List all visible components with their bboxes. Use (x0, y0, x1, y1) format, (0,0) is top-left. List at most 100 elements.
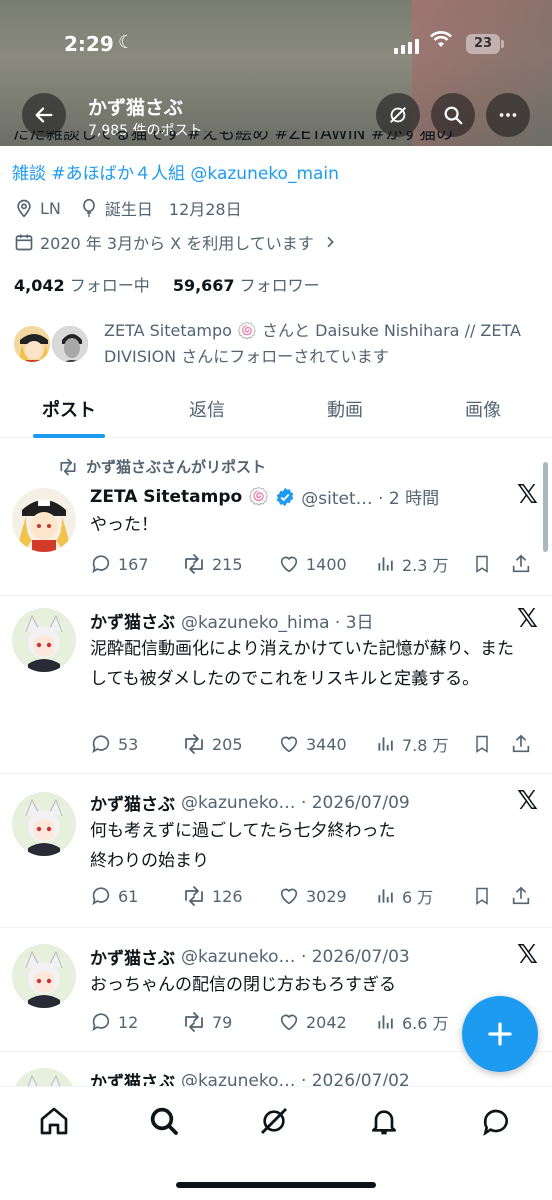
reply-count: 61 (118, 886, 139, 906)
post-author-name[interactable]: かず猫さぶ (90, 608, 175, 633)
reply-icon (92, 555, 110, 574)
location-icon (17, 199, 31, 218)
reply-icon (92, 887, 110, 906)
reply-count: 167 (118, 554, 149, 574)
avatar[interactable] (12, 488, 76, 552)
wifi-icon (430, 30, 452, 54)
like-button[interactable]: 1400 (278, 553, 376, 575)
post-text: やった！ (90, 515, 158, 535)
nav-search[interactable] (146, 1103, 182, 1139)
battery-indicator: 23 (466, 34, 504, 54)
post-author-name[interactable]: かず猫さぶ (90, 1068, 175, 1086)
bookmark-button[interactable] (472, 733, 510, 755)
reply-button[interactable]: 12 (90, 1011, 182, 1033)
repost-count: 126 (212, 886, 243, 906)
nav-notifications[interactable] (366, 1103, 402, 1139)
tab-images[interactable]: 画像 (414, 388, 552, 437)
plus-icon (488, 1022, 512, 1046)
share-button[interactable] (510, 553, 540, 575)
bookmark-button[interactable] (472, 553, 510, 575)
reply-count: 53 (118, 734, 139, 754)
x-logo-icon: 𝕏 (517, 786, 538, 816)
bio-hashtag-link[interactable]: 雑談 (12, 164, 46, 184)
reply-icon (92, 1013, 110, 1032)
tab-posts[interactable]: ポスト (0, 388, 138, 437)
bookmark-button[interactable] (472, 885, 510, 907)
following-count: 4,042 (14, 276, 65, 295)
bio-hashtag-link[interactable]: #あほばか４人組 (51, 164, 185, 184)
avatar[interactable] (12, 608, 76, 672)
post[interactable]: ZETA Sitetampo 🍥 @sitet… · 2 時間 𝕏 やった！ 1… (0, 440, 552, 596)
post[interactable]: かず猫さぶ @kazuneko… · 2026/07/09 𝕏 何も考えずに過ご… (0, 774, 552, 928)
post-handle-time: @sitet… · 2 時間 (301, 489, 440, 509)
post-header: ZETA Sitetampo 🍥 @sitet… · 2 時間 (90, 484, 440, 510)
avatar[interactable] (12, 792, 76, 856)
post-author-name[interactable]: ZETA Sitetampo 🍥 (90, 487, 269, 507)
share-button[interactable] (510, 733, 540, 755)
like-button[interactable]: 3440 (278, 733, 376, 755)
views-chart-icon (378, 737, 393, 751)
reply-button[interactable]: 53 (90, 733, 182, 755)
repost-icon (185, 554, 203, 574)
avatar[interactable] (12, 944, 76, 1008)
like-button[interactable]: 3029 (278, 885, 376, 907)
views-button[interactable]: 6.6 万 (376, 1010, 472, 1034)
followers-count: 59,667 (172, 276, 235, 295)
followed-by-text: ZETA Sitetampo 🍥 さんと Daisuke Nishihara /… (104, 321, 521, 366)
bio-mention-link[interactable]: @kazuneko_main (190, 164, 339, 184)
nav-home[interactable] (36, 1103, 72, 1139)
nav-messages[interactable] (478, 1103, 514, 1139)
followed-by-row[interactable]: ZETA Sitetampo 🍥 さんと Daisuke Nishihara /… (12, 318, 542, 374)
joined-text: 2020 年 3月から X を利用しています (40, 234, 314, 253)
post[interactable]: かず猫さぶ @kazuneko_hima · 3日 𝕏 泥酔配信動画化により消え… (0, 596, 552, 774)
home-indicator[interactable] (176, 1182, 376, 1188)
repost-count: 205 (212, 734, 243, 754)
reply-button[interactable]: 167 (90, 553, 182, 575)
repost-button[interactable]: 215 (182, 553, 278, 575)
avatar (50, 324, 90, 364)
nav-grok[interactable] (256, 1103, 292, 1139)
repost-count: 79 (212, 1012, 233, 1032)
reply-button[interactable]: 61 (90, 885, 182, 907)
view-count: 6 万 (402, 888, 434, 907)
like-button[interactable]: 2042 (278, 1011, 376, 1033)
joined-row[interactable]: 2020 年 3月から X を利用しています (14, 230, 338, 254)
view-count: 2.3 万 (402, 556, 449, 575)
profile-banner: 2:29 ☾ 23 かず猫さぶ 7,985 件のポスト (0, 0, 552, 146)
compose-button[interactable] (462, 996, 538, 1072)
views-button[interactable]: 6 万 (376, 884, 472, 908)
more-button[interactable] (486, 93, 530, 137)
repost-icon (185, 886, 203, 906)
post-author-name[interactable]: かず猫さぶ (90, 944, 175, 969)
repost-button[interactable]: 79 (182, 1011, 278, 1033)
bookmark-icon (476, 887, 488, 905)
moon-icon: ☾ (118, 32, 135, 53)
following-link[interactable]: 4,042 フォロー中 (14, 276, 150, 295)
like-count: 3440 (306, 734, 347, 754)
share-icon (512, 886, 530, 905)
chat-bubble-icon (483, 1109, 508, 1136)
repost-button[interactable]: 205 (182, 733, 278, 755)
repost-icon (185, 1012, 203, 1032)
views-button[interactable]: 7.8 万 (376, 732, 472, 756)
post-handle-time: @kazuneko… · 2026/07/03 (181, 946, 410, 967)
views-chart-icon (378, 557, 393, 571)
followers-link[interactable]: 59,667 フォロワー (173, 276, 320, 295)
avatar[interactable] (12, 1068, 76, 1086)
grok-icon (260, 1107, 288, 1135)
views-chart-icon (378, 889, 393, 903)
views-button[interactable]: 2.3 万 (376, 552, 472, 576)
post-actions: 53 205 3440 7.8 万 (90, 732, 540, 756)
repost-button[interactable]: 126 (182, 885, 278, 907)
bookmark-icon (476, 735, 488, 753)
signal-icon (394, 38, 419, 54)
header-name: かず猫さぶ (88, 97, 184, 119)
tab-videos[interactable]: 動画 (276, 388, 414, 437)
post-actions: 167 215 1400 2.3 万 (90, 552, 540, 576)
post-header: かず猫さぶ @kazuneko… · 2026/07/09 (90, 790, 410, 816)
share-button[interactable] (510, 885, 540, 907)
verified-badge-icon (277, 487, 294, 506)
post-author-name[interactable]: かず猫さぶ (90, 790, 175, 815)
tab-replies[interactable]: 返信 (138, 388, 276, 437)
post-actions: 61 126 3029 6 万 (90, 884, 540, 908)
